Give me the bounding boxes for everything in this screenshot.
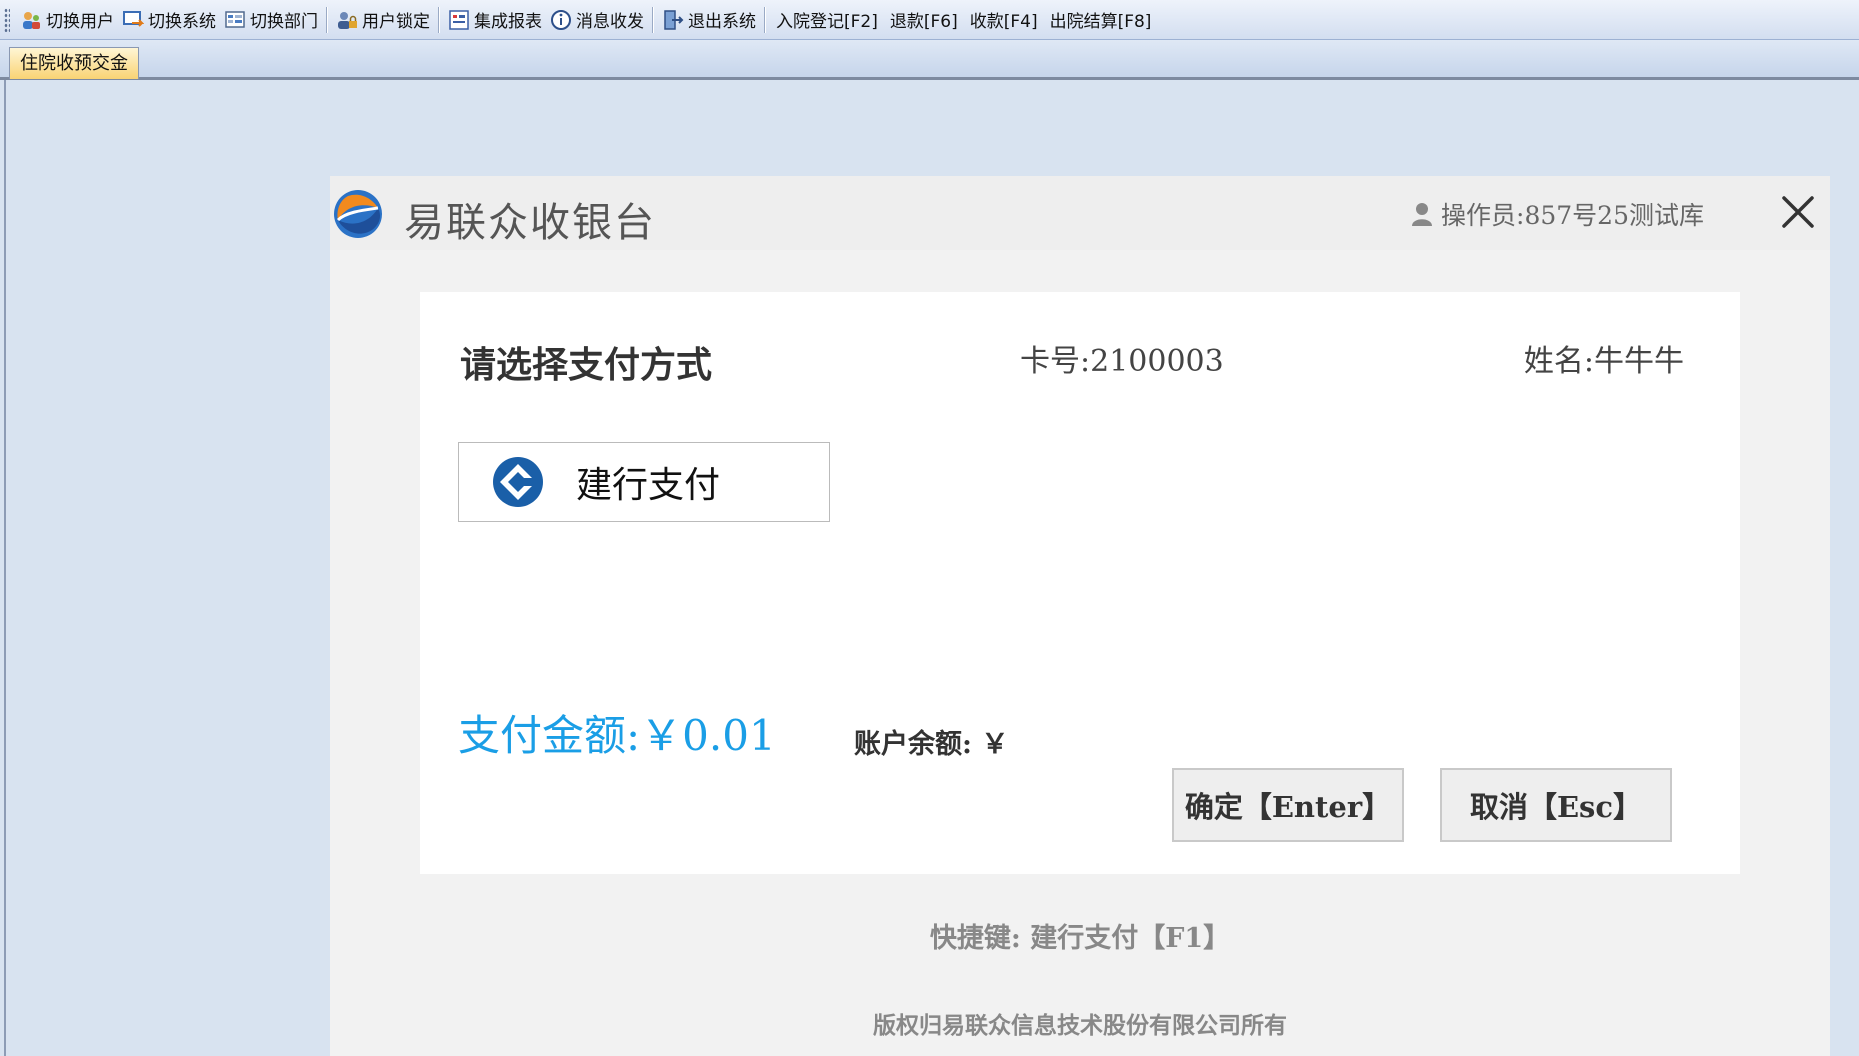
switch-system-icon <box>123 10 144 27</box>
dialog-title: 易联众收银台 <box>404 200 656 246</box>
cancel-button[interactable]: 取消【Esc】 <box>1440 768 1672 842</box>
user-lock-icon <box>338 11 357 29</box>
switch-department-icon <box>225 10 245 28</box>
ccb-logo-icon <box>493 457 543 507</box>
main-toolbar: 切换用户 切换系统 切换部门 用户锁定 集成报表 消息收发 退出系统 入院登记[… <box>0 0 1859 40</box>
exit-icon <box>664 9 684 30</box>
tab-strip: 住院收预交金 <box>0 40 1859 80</box>
message-label: 消息收发 <box>576 12 644 32</box>
copyright-text: 版权归易联众信息技术股份有限公司所有 <box>873 1012 1287 1039</box>
cashier-dialog: 易联众收银台 操作员:857号25测试库 请选择支付方式 卡号:2100003 … <box>330 176 1830 1056</box>
report-label: 集成报表 <box>474 12 542 32</box>
payment-amount: 支付金额:￥0.01 <box>458 711 776 760</box>
report-icon <box>449 9 469 30</box>
switch-system-button[interactable]: 切换系统 <box>118 4 220 36</box>
message-icon <box>551 9 571 30</box>
account-balance: 账户余额: ￥ <box>854 729 1009 760</box>
discharge-settle-button[interactable]: 出院结算[F8] <box>1044 7 1158 32</box>
admit-register-button[interactable]: 入院登记[F2] <box>770 7 884 32</box>
exit-system-label: 退出系统 <box>688 12 756 32</box>
exit-system-button[interactable]: 退出系统 <box>658 4 760 36</box>
toolbar-separator <box>326 6 328 33</box>
user-lock-button[interactable]: 用户锁定 <box>332 4 434 36</box>
switch-user-icon <box>23 11 40 29</box>
toolbar-separator <box>438 6 440 33</box>
ccb-pay-option[interactable]: 建行支付 <box>458 442 830 522</box>
user-lock-label: 用户锁定 <box>362 12 430 32</box>
switch-user-button[interactable]: 切换用户 <box>16 4 118 36</box>
switch-system-label: 切换系统 <box>148 12 216 32</box>
choose-payment-title: 请选择支付方式 <box>460 344 713 386</box>
switch-department-button[interactable]: 切换部门 <box>220 4 322 36</box>
patient-name: 姓名:牛牛牛 <box>1523 344 1684 379</box>
toolbar-grip[interactable] <box>4 7 10 32</box>
close-icon[interactable] <box>1776 190 1820 234</box>
toolbar-separator <box>764 6 766 33</box>
tab-inpatient-deposit[interactable]: 住院收预交金 <box>9 47 139 79</box>
card-number: 卡号:2100003 <box>1020 344 1224 379</box>
ylz-logo-icon <box>334 190 382 238</box>
dialog-header: 易联众收银台 操作员:857号25测试库 <box>330 176 1830 250</box>
message-button[interactable]: 消息收发 <box>546 4 648 36</box>
ccb-pay-label: 建行支付 <box>576 465 721 506</box>
switch-user-label: 切换用户 <box>46 12 114 32</box>
report-button[interactable]: 集成报表 <box>444 4 546 36</box>
confirm-button[interactable]: 确定【Enter】 <box>1172 768 1404 842</box>
shortcut-hint: 快捷键: 建行支付【F1】 <box>929 923 1231 954</box>
toolbar-separator <box>652 6 654 33</box>
refund-button[interactable]: 退款[F6] <box>884 7 964 32</box>
payment-panel: 请选择支付方式 卡号:2100003 姓名:牛牛牛 建行支付 支付金额:￥0.0… <box>420 292 1740 874</box>
user-icon <box>1412 203 1433 226</box>
collect-button[interactable]: 收款[F4] <box>964 7 1044 32</box>
operator-label: 操作员:857号25测试库 <box>1441 201 1704 230</box>
operator-info: 操作员:857号25测试库 <box>1411 196 1704 232</box>
switch-department-label: 切换部门 <box>250 12 318 32</box>
